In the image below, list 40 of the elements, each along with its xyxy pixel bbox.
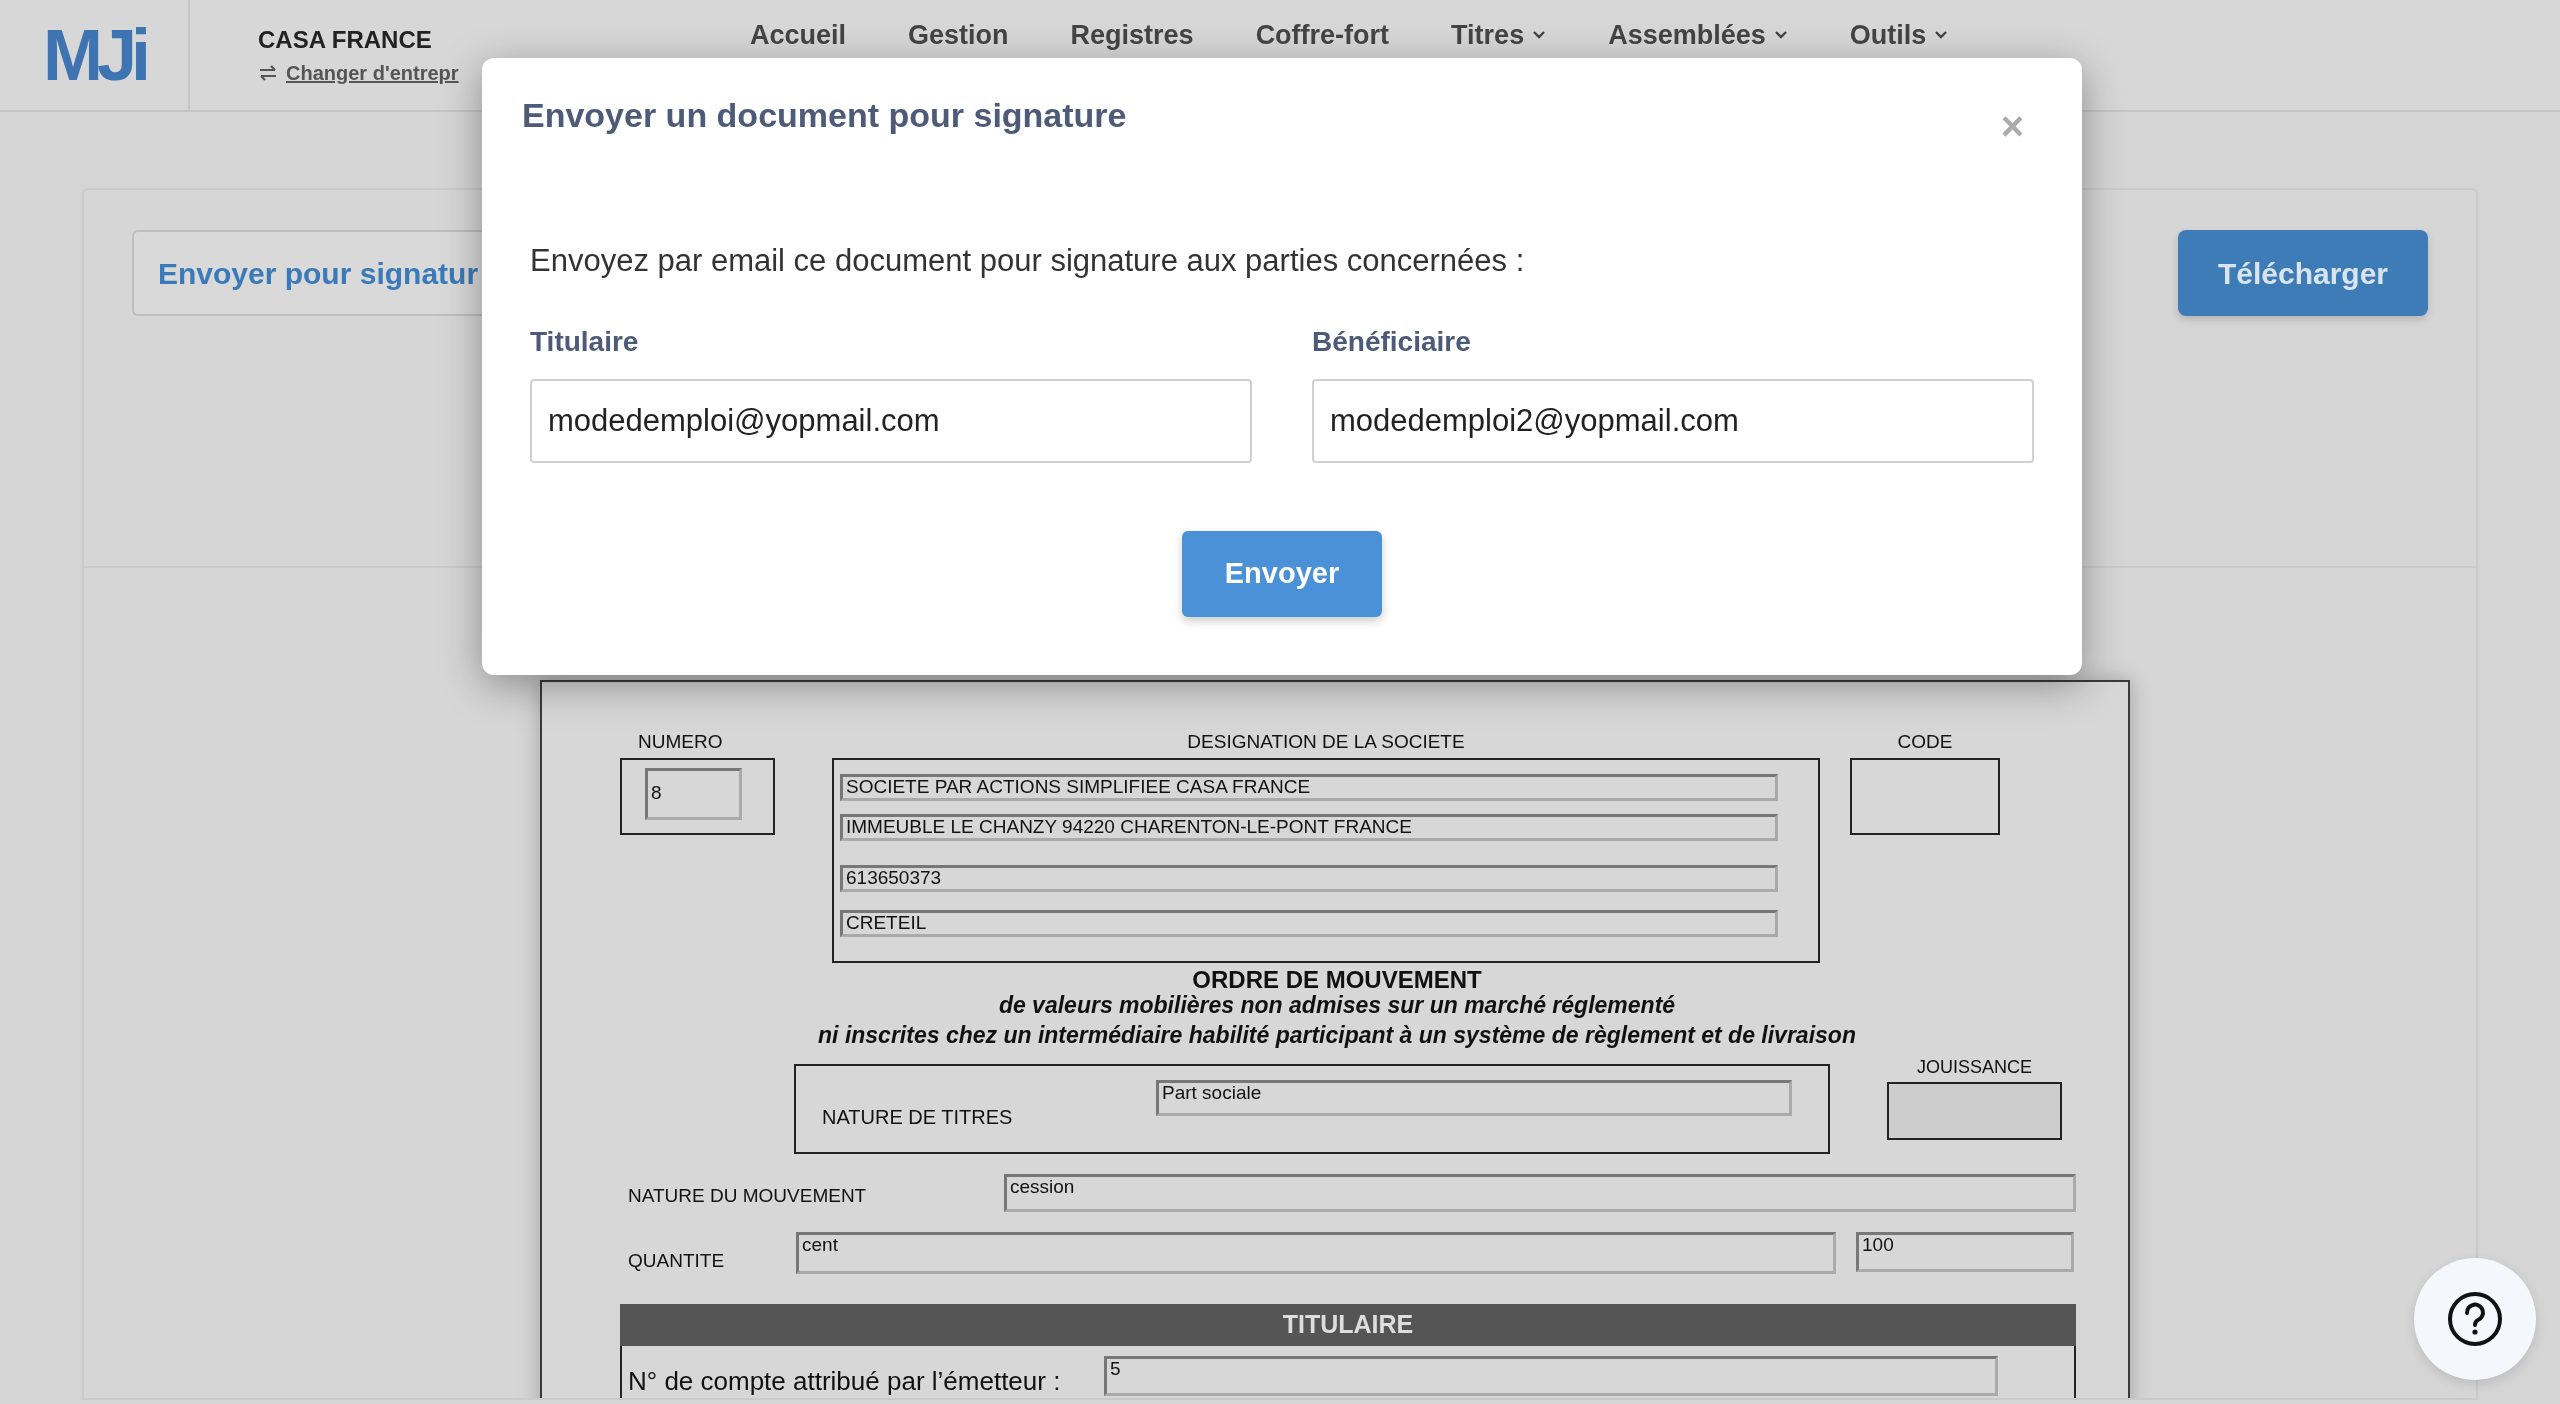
company-name: CASA FRANCE [258, 25, 433, 55]
nav-item[interactable]: Gestion [908, 20, 1009, 50]
field-label: N° de compte attribué par l’émetteur : [628, 1365, 1061, 1398]
chevron-down-icon [1773, 30, 1788, 40]
nav-item[interactable]: Assemblées [1608, 20, 1788, 50]
form-field: cession [1004, 1174, 2076, 1212]
form-field: CRETEIL [840, 910, 1778, 937]
switch-company-link[interactable]: Changer d'entrepr [258, 58, 459, 88]
document-subtitle: ni inscrites chez un intermédiaire habilité participant à un système de règlement et de livraison [817, 1021, 1857, 1050]
field-label: NUMERO [638, 730, 723, 754]
form-field: Part sociale [1156, 1080, 1792, 1116]
email-field[interactable]: modedemploi@yopmail.com [530, 378, 1252, 463]
field-label: Titulaire [530, 324, 640, 359]
field-label: QUANTITE [628, 1249, 725, 1273]
nav-item[interactable]: Outils [1849, 20, 1949, 50]
nav-item[interactable]: Coffre-fort [1255, 20, 1390, 50]
form-field: cent [796, 1232, 1836, 1274]
nav-item[interactable]: Registres [1070, 20, 1194, 50]
email-field[interactable]: modedemploi2@yopmail.com [1312, 378, 2034, 463]
form-field: SOCIETE PAR ACTIONS SIMPLIFIEE CASA FRANCE [840, 774, 1778, 801]
field-label: JOUISSANCE [1916, 1056, 2033, 1079]
section-header: TITULAIRE [620, 1304, 2076, 1346]
nav-item[interactable]: Accueil [750, 20, 847, 50]
swap-icon [258, 65, 278, 81]
form-field: 5 [1104, 1356, 1998, 1396]
form-field: 100 [1856, 1232, 2074, 1272]
field-label: CODE [1896, 730, 1954, 754]
nav-item[interactable]: Titres [1451, 20, 1547, 50]
help-icon [2447, 1291, 2503, 1347]
form-field: IMMEUBLE LE CHANZY 94220 CHARENTON-LE-PONT FRANCE [840, 814, 1778, 841]
form-field: 613650373 [840, 865, 1778, 892]
form-field: 8 [645, 768, 742, 820]
field-label: Bénéficiaire [1312, 324, 1472, 359]
download-button[interactable]: Télécharger [2178, 230, 2428, 316]
field-label: NATURE DE TITRES [822, 1105, 1013, 1130]
chevron-down-icon [1934, 30, 1949, 40]
field-label: DESIGNATION DE LA SOCIETE [1186, 730, 1466, 754]
field-label: NATURE DU MOUVEMENT [628, 1184, 867, 1208]
modal-title: Envoyer un document pour signature [522, 95, 1127, 136]
chevron-down-icon [1532, 30, 1547, 40]
